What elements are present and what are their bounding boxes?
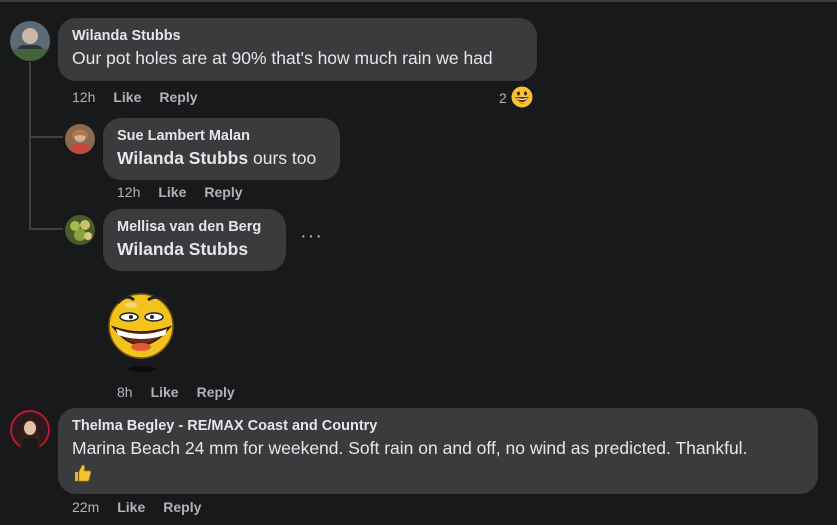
comment-author[interactable]: Sue Lambert Malan [117,127,326,145]
mention-link[interactable]: Wilanda Stubbs [117,148,248,168]
top-divider [0,0,837,2]
comment-text: Our pot holes are at 90% that's how much… [72,48,493,68]
reply-button[interactable]: Reply [163,499,201,515]
mention-link[interactable]: Wilanda Stubbs [117,238,272,260]
thread-branch [29,228,63,230]
reply-body: ours too [252,148,317,168]
reply-button[interactable]: Reply [204,184,242,200]
reply-bubble: Sue Lambert Malan Wilanda Stubbs ours to… [103,118,340,180]
like-button[interactable]: Like [151,384,179,400]
laughing-face-sticker [104,283,178,373]
comment-time[interactable]: 12h [72,89,95,105]
comment-time[interactable]: 22m [72,499,99,515]
like-button[interactable]: Like [113,89,141,105]
more-options-icon[interactable]: ··· [300,225,323,248]
avatar[interactable] [10,410,50,450]
comment-bubble: Thelma Begley - RE/MAX Coast and Country… [58,408,818,494]
thread-line [29,62,31,230]
comment-text: Marina Beach 24 mm for weekend. Soft rai… [72,438,748,458]
grinning-face-icon[interactable] [510,85,534,109]
avatar[interactable] [65,215,95,245]
like-button[interactable]: Like [158,184,186,200]
comment-author[interactable]: Mellisa van den Berg [117,218,272,236]
comment-author[interactable]: Wilanda Stubbs [72,27,523,45]
comment-actions: 8h Like Reply [117,384,235,400]
comment-author[interactable]: Thelma Begley - RE/MAX Coast and Country [72,417,804,435]
comment-time[interactable]: 8h [117,384,133,400]
comment-time[interactable]: 12h [117,184,140,200]
thread-branch [29,136,63,138]
avatar[interactable] [10,21,50,61]
avatar[interactable] [65,124,95,154]
comment-bubble: Wilanda Stubbs Our pot holes are at 90% … [58,18,537,81]
reply-button[interactable]: Reply [159,89,197,105]
thumbs-up-icon [72,463,92,483]
comment-actions: 12h Like Reply [117,184,243,200]
comment-actions: 12h Like Reply [72,89,198,105]
reply-button[interactable]: Reply [197,384,235,400]
comment-actions: 22m Like Reply [72,499,201,515]
reaction-count[interactable]: 2 [499,90,507,106]
like-button[interactable]: Like [117,499,145,515]
reply-bubble: Mellisa van den Berg Wilanda Stubbs [103,209,286,271]
comment-text: Wilanda Stubbs ours too [117,147,326,169]
